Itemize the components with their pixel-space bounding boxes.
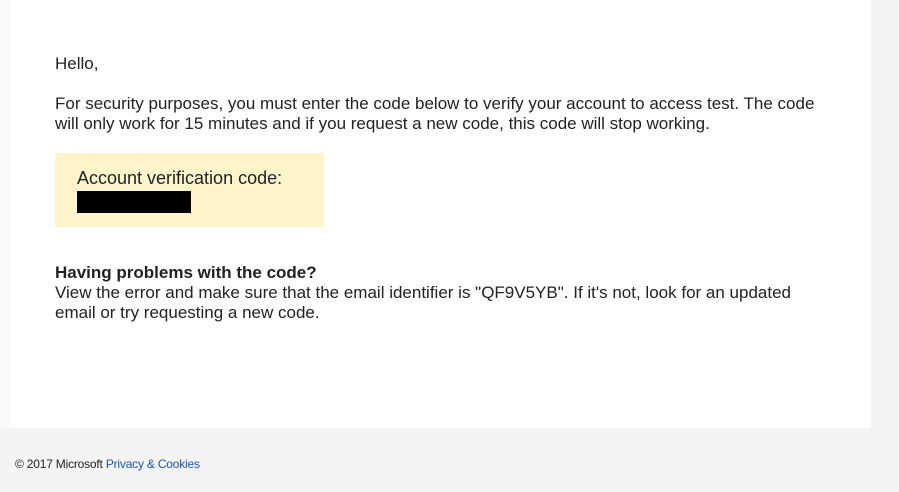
email-content: Hello, For security purposes, you must e… xyxy=(55,54,825,323)
intro-paragraph: For security purposes, you must enter th… xyxy=(55,94,815,133)
problem-paragraph: View the error and make sure that the em… xyxy=(55,283,791,322)
copyright-text: © 2017 Microsoft xyxy=(15,457,103,471)
left-background-strip xyxy=(0,0,10,430)
redacted-verification-code xyxy=(77,191,191,213)
email-body: Hello, For security purposes, you must e… xyxy=(10,0,871,428)
footer-text: © 2017 Microsoft Privacy & Cookies xyxy=(15,456,200,472)
right-background-strip xyxy=(871,0,899,492)
greeting-text: Hello, xyxy=(55,54,99,73)
privacy-cookies-link[interactable]: Privacy & Cookies xyxy=(106,457,200,471)
problem-heading: Having problems with the code? xyxy=(55,263,317,282)
email-footer: © 2017 Microsoft Privacy & Cookies xyxy=(0,428,871,492)
verification-code-box: Account verification code: xyxy=(55,153,324,227)
verification-code-label: Account verification code: xyxy=(77,168,283,188)
